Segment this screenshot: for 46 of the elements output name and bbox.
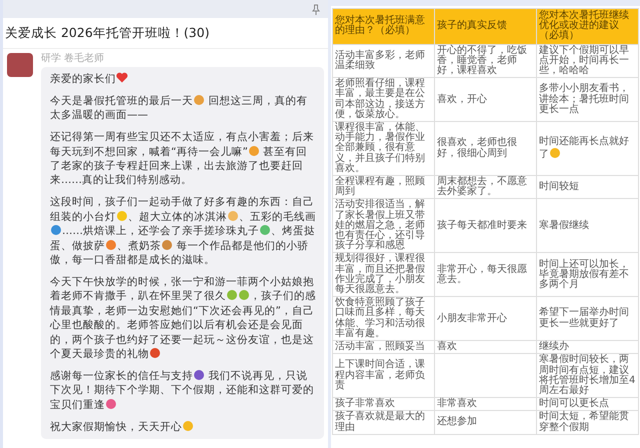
table-cell: 非常开心，每天很愿意去。 bbox=[437, 264, 527, 285]
table-cell: 小朋友非常开心 bbox=[437, 312, 507, 324]
chat-title: 关爱成长 2026年托管开班啦！(30) bbox=[3, 18, 328, 49]
table-cell: 开心的不得了，吃饭香，睡觉香，老师好，课程喜欢 bbox=[437, 44, 527, 76]
table-cell: 建议下个假期可以早点开始，时间再长一些，哈哈哈 bbox=[539, 44, 629, 76]
table-cell: 饮食特意照顾了孩子口味而且多样，每天体能、学习和活动很丰富有趣。 bbox=[335, 297, 425, 339]
table-cell: 时间还能再长点就好了 bbox=[539, 136, 629, 160]
table-cell: 全程课程有趣，照顾周到 bbox=[335, 176, 425, 198]
table-cell: 周末都想去，不愿意去外婆家了。 bbox=[437, 176, 527, 198]
column-header: 您对本次暑托班继续优化或改进的建议（必填） bbox=[536, 8, 638, 44]
table-cell: 多带小小朋友看书，讲绘本；暑托班时间更长一点 bbox=[539, 83, 629, 115]
table-cell: 喜欢，开心 bbox=[437, 94, 487, 105]
table-cell: 上下课时间合适，课程内容丰富，老师负责 bbox=[335, 359, 425, 391]
message-paragraph: 感谢每一位家长的信任与支持 我们不说再见，只说下次见！期待下个学期、下个假期，还能和这群可爱的宝贝们重逢 bbox=[50, 368, 315, 412]
table-cell: 还想参加 bbox=[437, 416, 477, 428]
message-paragraph: 祝大家假期愉快，天天开心 bbox=[50, 420, 318, 434]
table-cell: 活动丰富，照顾妥当 bbox=[335, 341, 425, 352]
message-paragraph: 这段时间，孩子们一起动手做了好多有趣的东西：自己组装的小台灯 、超大立体的冰淇淋 、五彩的毛线画 ……烘焙课上，还学会了亲手搓珍珠丸子 、烤蛋挞蛋、做披萨 、煮奶茶 每一个作品都是他们的小骄傲，每一口香甜都是成长的滋味。 bbox=[50, 195, 317, 268]
table-cell: 孩子每天都准时要来 bbox=[437, 220, 527, 231]
table-cell: 希望下一届举办时间更长一些就更好了 bbox=[539, 307, 629, 329]
table-cell: 时间可以更长点 bbox=[539, 398, 609, 410]
table-cell: 孩子非常喜欢 bbox=[335, 398, 395, 410]
pin-icon[interactable] bbox=[312, 4, 320, 14]
table-cell: 时间上还可以加长，毕竟暑期放假有差不多两个月 bbox=[539, 258, 629, 290]
table-cell: 寒暑假继续 bbox=[539, 220, 589, 231]
message-paragraph: 亲爱的家长们 bbox=[50, 72, 318, 86]
table-cell: 很喜欢，老师也很好，很细心周到 bbox=[437, 137, 517, 159]
table-cell: 喜欢 bbox=[437, 341, 457, 352]
message-paragraph: 今天是暑假托管班的最后一天 回想这三周，真的有太多温暖的画面—— bbox=[50, 94, 308, 123]
table-cell: 课程很丰富，体能、动手能力，暑假作业全部兼顾，很有意义，并且孩子们特别喜欢。 bbox=[335, 122, 425, 174]
table-cell: 时间较短 bbox=[539, 181, 579, 192]
avatar bbox=[7, 53, 33, 77]
table-cell: 非常喜欢 bbox=[437, 398, 477, 410]
table-cell: 活动丰富多彩，老师温柔细致 bbox=[335, 50, 425, 71]
sender-name: 研学 卷毛老师 bbox=[41, 52, 104, 65]
table-cell: 继续办 bbox=[539, 341, 569, 352]
column-header: 孩子的真实反馈 bbox=[434, 8, 536, 44]
column-header: 您对本次暑托班满意的理由？（必填） bbox=[332, 8, 434, 44]
table-cell: 活动安排很适当，解了家长暑假上班又带娃的燃眉之急，老师也有责任心，还引导孩子分享和感恩 bbox=[335, 199, 425, 252]
table-cell: 规划得很好，课程很丰富，而且还把暑假作业完成了，小朋友每天很愿意去。 bbox=[335, 253, 425, 296]
table-cell: 老师照看仔细，课程丰富，最主要是在公司本部这边，接送方便，饭菜放心。 bbox=[335, 78, 425, 120]
table-cell: 时间太短，希望能贯穿整个假期 bbox=[539, 411, 629, 433]
message-paragraph: 还记得第一周有些宝贝还不太适应，有点小害羞；后来每天玩到不想回家，喊着“再待一会儿嘛” 甚至有回了老家的孩子专程赶回来上课，出去旅游了也要赶回来……真的让我们特别感动。 bbox=[50, 130, 315, 188]
table-cell: 孩子喜欢就是最大的理由 bbox=[335, 411, 425, 433]
table-cell: 寒暑假时间较长，两周时间有点短，建议将托管班时长增加至4周左右最好 bbox=[539, 354, 636, 396]
message-paragraph: 今天下午快放学的时候，张一宁和游一菲两个小姑娘抱着老师不肯撒手，趴在怀里哭了很久 ，孩子们的感情最真挚，老师一边安慰她们“下次还会再见的”，自己心里也酸酸的。老师答应她们以后有机会还是会见面的，两个孩子也约好了还要一起玩～这份友谊，也是这个夏天最珍贵的礼物 bbox=[50, 274, 317, 362]
